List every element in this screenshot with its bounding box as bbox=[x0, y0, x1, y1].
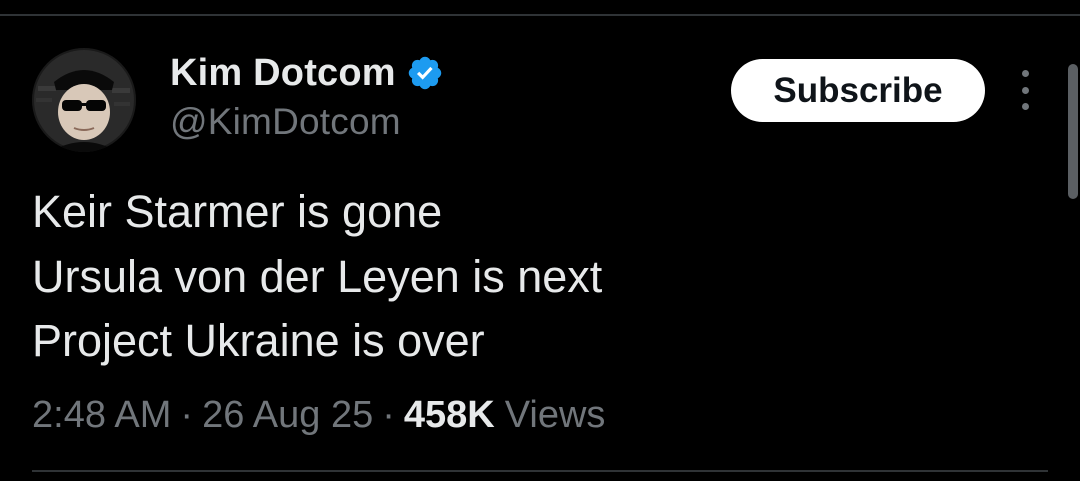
more-dot bbox=[1021, 70, 1029, 77]
more-dot bbox=[1021, 103, 1029, 110]
top-divider bbox=[0, 14, 1080, 16]
tweet-line: Ursula von der Leyen is next bbox=[32, 250, 603, 302]
tweet-meta: 2:48 AM · 26 Aug 25 · 458K Views bbox=[32, 390, 605, 440]
subscribe-button[interactable]: Subscribe bbox=[731, 59, 985, 122]
tweet-line: Project Ukraine is over bbox=[32, 315, 485, 366]
author-avatar[interactable] bbox=[32, 48, 136, 152]
author-name-row: Kim Dotcom bbox=[170, 50, 444, 96]
author-handle[interactable]: @KimDotcom bbox=[170, 101, 401, 143]
tweet-timestamp-date[interactable]: 26 Aug 25 bbox=[202, 394, 373, 437]
meta-separator: · bbox=[382, 393, 395, 436]
tweet-line: Keir Starmer is gone bbox=[32, 186, 443, 237]
meta-separator: · bbox=[180, 393, 194, 436]
author-display-name[interactable]: Kim Dotcom bbox=[170, 52, 396, 95]
tweet-text: Keir Starmer is gone Ursula von der Leye… bbox=[32, 180, 1032, 374]
tweet-timestamp-time[interactable]: 2:48 AM bbox=[32, 394, 171, 437]
views-count: 458K bbox=[403, 393, 495, 436]
views-label: Views bbox=[504, 393, 606, 436]
avatar-photo-icon bbox=[32, 48, 136, 152]
more-dot bbox=[1021, 86, 1029, 94]
scrollbar-thumb[interactable] bbox=[1068, 64, 1078, 199]
verified-badge-icon[interactable] bbox=[406, 54, 444, 92]
bottom-divider bbox=[32, 470, 1048, 472]
more-vertical-icon[interactable] bbox=[1012, 70, 1038, 110]
